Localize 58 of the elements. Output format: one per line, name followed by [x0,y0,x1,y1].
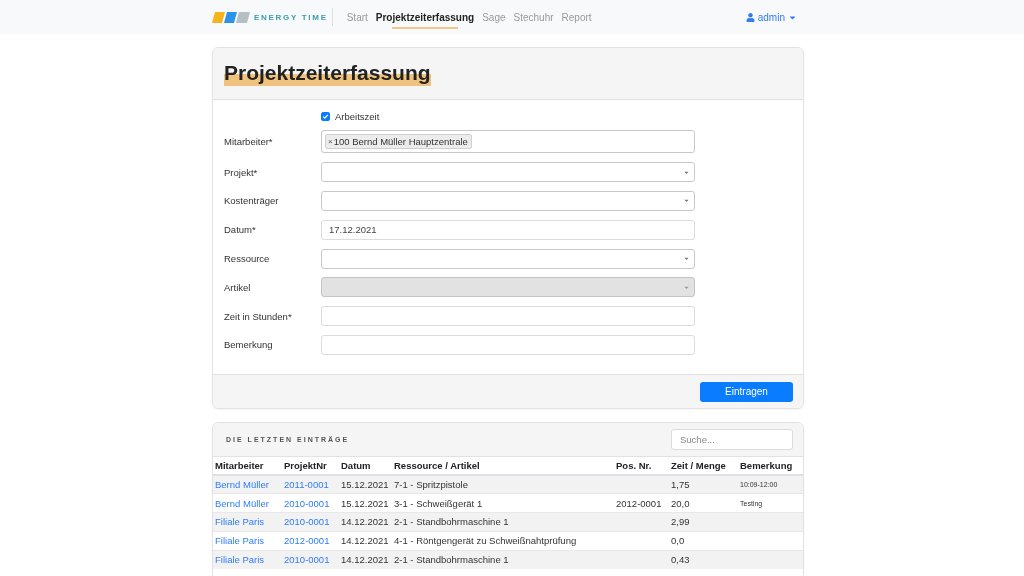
nav-link[interactable]: Report [561,2,592,32]
select-field[interactable] [321,162,695,183]
table-cell: 2-1 - Standbohrmaschine 1 [392,512,614,532]
table-cell: 0,0 [669,531,738,550]
table-link[interactable]: 2010-0001 [284,497,330,509]
submit-button[interactable]: Eintragen [700,381,793,402]
tag-input-field[interactable]: ×100 Bernd Müller Hauptzentrale [321,130,695,154]
logo-icon [212,11,250,23]
field-label: Mitarbeiter* [224,136,274,148]
table-cell: 1,75 [669,475,738,494]
table-link[interactable]: Filiale Paris [215,554,265,566]
field-label: Bemerkung [224,339,274,351]
table-cell: 2,99 [669,512,738,532]
table-link[interactable]: Filiale Paris [215,535,265,547]
select-field[interactable] [321,248,695,269]
nav-link[interactable]: Stechuhr [513,2,554,32]
field-label: Ressource [224,253,271,264]
table-cell: 0,43 [669,550,738,569]
tag-label: 100 Bernd Müller Hauptzentrale [333,136,468,148]
table-cell: 20,0 [669,493,738,513]
nav-link[interactable]: Start [346,2,368,32]
table-link[interactable]: 2011-0001 [284,479,329,491]
tag-remove-button[interactable]: × [328,137,334,146]
table-cell: 14.12.2021 [339,531,392,550]
table-link[interactable]: 2010-0001 [284,554,330,566]
table-link[interactable]: 2012-0001 [284,535,330,547]
user-icon [745,12,755,22]
table-cell: 3-1 - Schweißgerät 1 [392,493,614,513]
field-label: Datum* [224,224,257,236]
nav-link[interactable]: Projektzeiterfassung [375,2,475,32]
caret-icon [683,255,690,262]
table-cell: 2012-0001 [614,493,669,513]
field-label: Zeit in Stunden* [224,310,293,322]
checkbox-label[interactable]: Arbeitszeit [335,110,380,122]
input-field[interactable] [321,306,695,327]
field-label: Kostenträger [224,195,280,207]
nav-link[interactable]: Sage [482,2,506,32]
table-cell: 2-1 - Standbohrmaschine 1 [392,550,614,569]
search-field[interactable]: Suche... [671,429,793,451]
table-link[interactable]: Bernd Müller [215,497,269,509]
table-cell: 15.12.2021 [339,493,392,513]
table-link[interactable]: Bernd Müller [215,479,269,491]
brand-name: ENERGY TIME [254,12,328,22]
caret-icon [683,197,690,205]
input-field[interactable] [321,334,695,355]
table-link[interactable]: Filiale Paris [215,516,265,528]
table-cell: 14.12.2021 [339,550,392,569]
table-cell: 15.12.2021 [339,475,392,494]
field-label: Artikel [224,281,252,293]
select-field[interactable] [321,190,695,211]
checkbox[interactable] [321,111,330,121]
table-cell: 14.12.2021 [339,512,392,532]
table-cell: 7-1 - Spritzpistole [392,475,614,494]
field-label: Projekt* [224,166,259,178]
table-link[interactable]: 2010-0001 [284,516,330,528]
table-cell: 4-1 - Röntgengerät zu Schweißnahtprüfung [392,531,614,550]
input-field[interactable]: 17.12.2021 [321,219,695,240]
user-menu[interactable]: admin [745,7,797,27]
